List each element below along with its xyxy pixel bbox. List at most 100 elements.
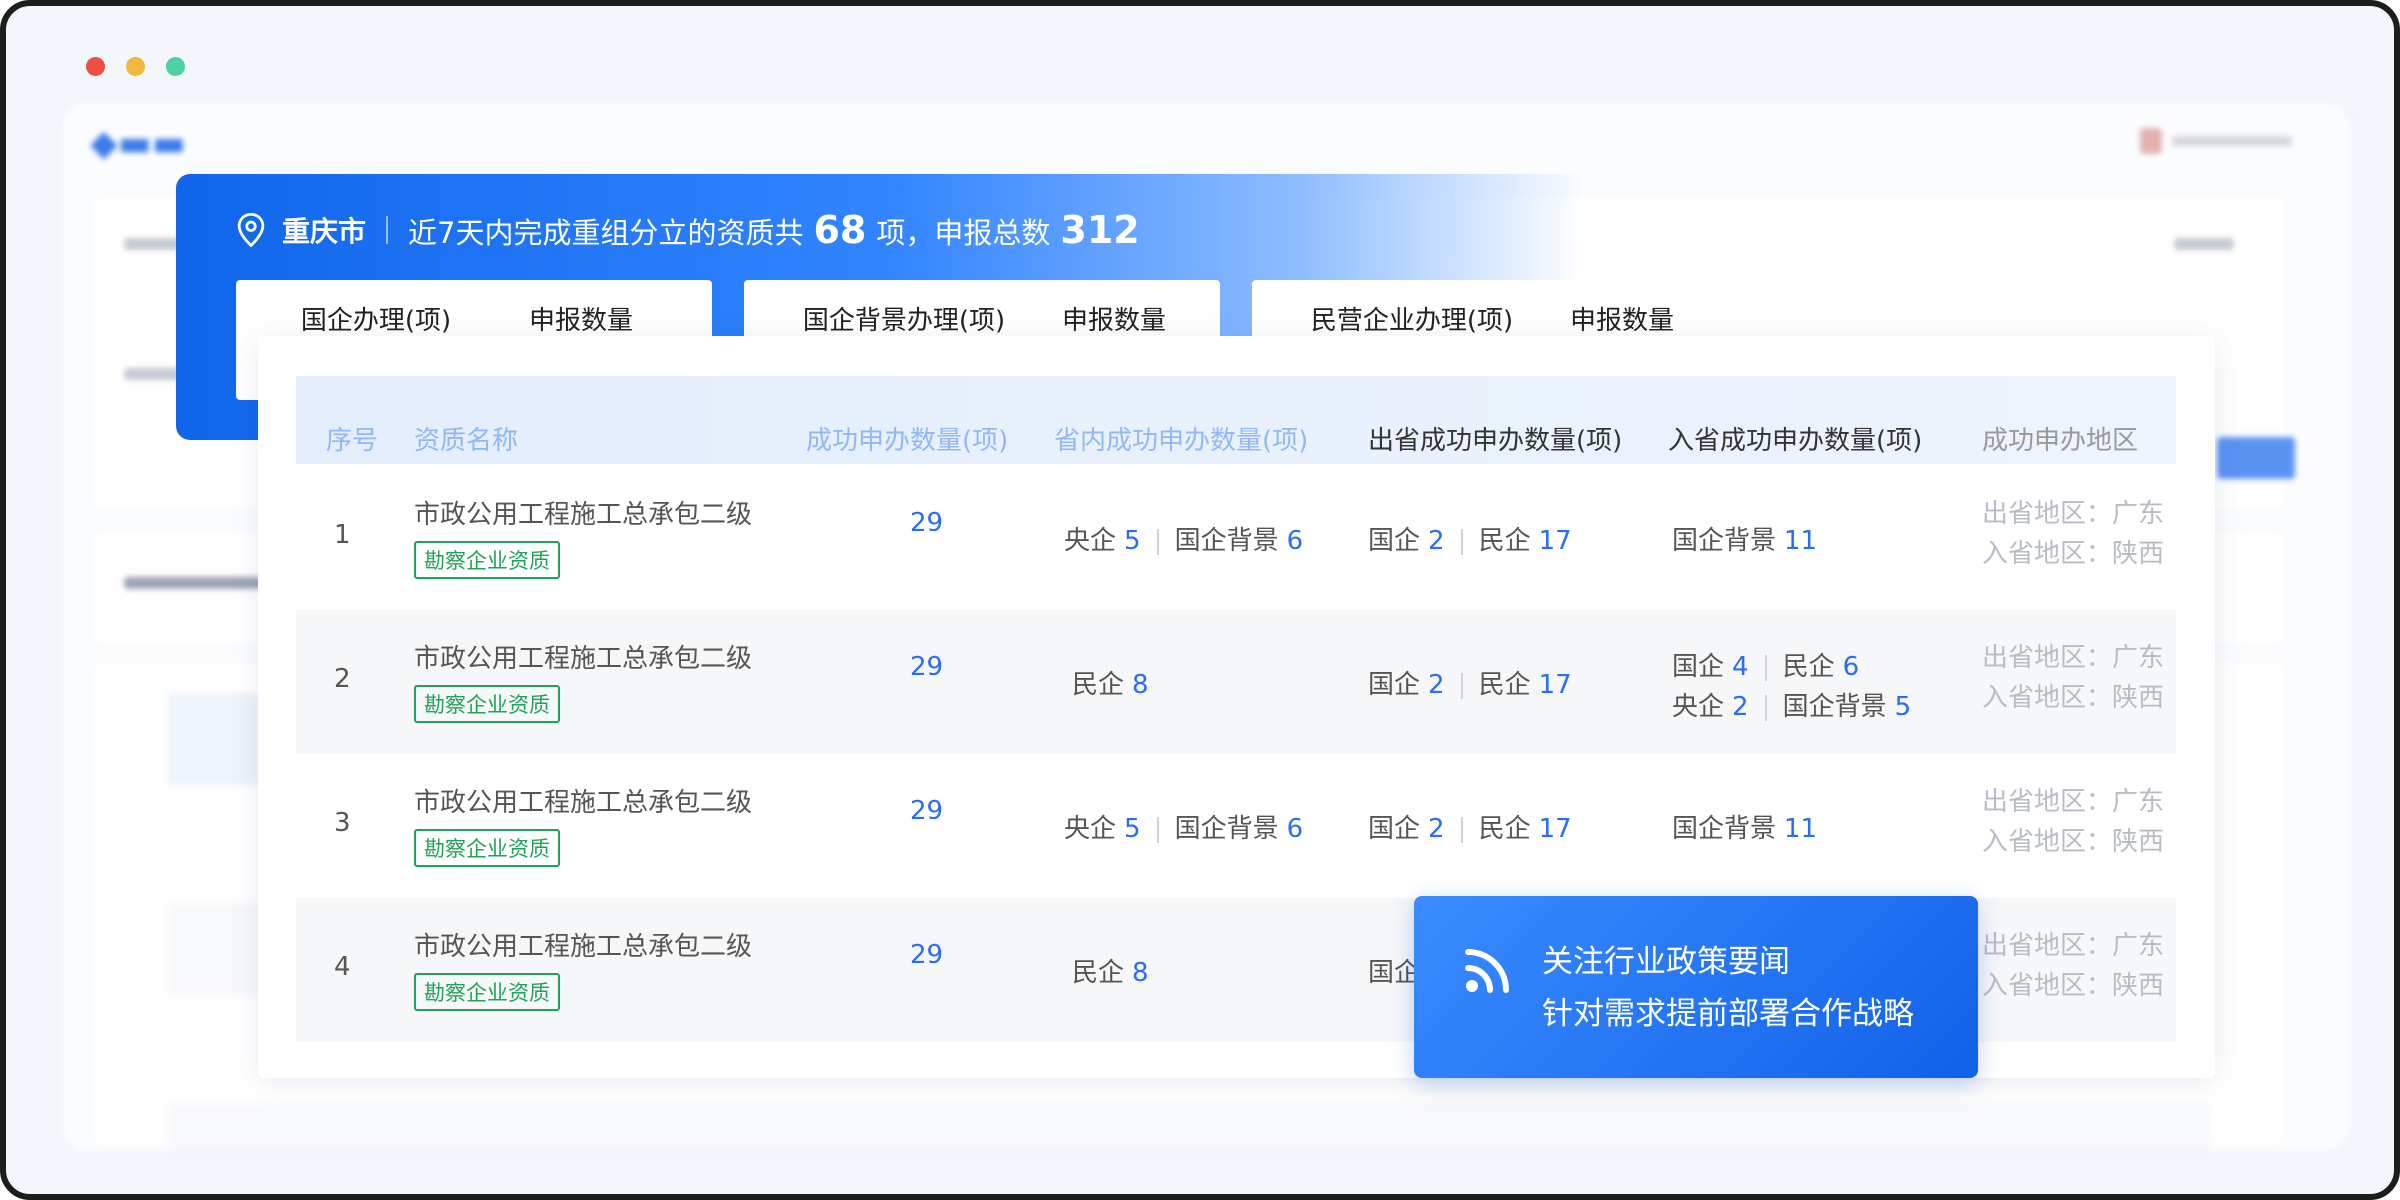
company-type-label: 民企 <box>1478 670 1531 700</box>
location-pin-icon <box>237 212 265 248</box>
divider <box>1460 672 1463 699</box>
company-type-count[interactable]: 2 <box>1428 526 1445 556</box>
company-type-label: 国企 <box>1368 526 1421 556</box>
company-type-count[interactable]: 5 <box>1124 814 1141 844</box>
qualification-name[interactable]: 市政公用工程施工总承包二级 <box>414 644 752 674</box>
company-type-count[interactable]: 17 <box>1539 814 1572 844</box>
stat-label: 民营企业办理(项) <box>1310 306 1514 336</box>
rss-feed-icon <box>1465 949 1509 993</box>
stat-label: 申报数量 <box>1569 306 1674 336</box>
column-header-inbound: 入省成功申办数量(项) <box>1668 426 1923 456</box>
company-type-label: 国企背景 <box>1672 526 1777 556</box>
company-type-count[interactable]: 6 <box>1287 814 1304 844</box>
qualification-name[interactable]: 市政公用工程施工总承包二级 <box>414 932 752 962</box>
column-header-outbound: 出省成功申办数量(项) <box>1368 426 1623 456</box>
region-inbound: 入省地区：陕西 <box>1982 971 2164 1001</box>
company-type-label: 央企 <box>1672 692 1725 722</box>
company-type-count[interactable]: 2 <box>1428 670 1445 700</box>
stat-label: 申报数量 <box>1061 306 1166 336</box>
company-type-label: 民企 <box>1478 814 1531 844</box>
column-header-region: 成功申办地区 <box>1982 426 2139 456</box>
stat-label: 国企办理(项) <box>300 306 452 336</box>
table-row[interactable]: 2 市政公用工程施工总承包二级 勘察企业资质 29 民企 8 国企 2 民企 17 国企 4 民企 6 央企… <box>296 610 2176 754</box>
qualification-tag: 勘察企业资质 <box>414 829 560 867</box>
qualification-tag: 勘察企业资质 <box>414 685 560 723</box>
region-inbound: 入省地区：陕西 <box>1982 827 2164 857</box>
qualification-tag: 勘察企业资质 <box>414 541 560 579</box>
divider <box>1156 816 1159 843</box>
qualification-tag: 勘察企业资质 <box>414 973 560 1011</box>
success-count[interactable]: 29 <box>910 652 943 682</box>
promo-title: 关注行业政策要闻 <box>1542 944 1790 980</box>
company-type-count[interactable]: 4 <box>1732 652 1749 682</box>
region-inbound: 入省地区：陕西 <box>1982 539 2164 569</box>
app-window-frame: ◆▬▬ 重庆市 近7天内完成重组分立的资质共 68 项，申报总数 312 国企办… <box>0 0 2400 1200</box>
company-type-label: 国企 <box>1368 814 1421 844</box>
company-type-count[interactable]: 8 <box>1132 958 1149 988</box>
company-type-count[interactable]: 8 <box>1132 670 1149 700</box>
divider <box>1764 694 1767 721</box>
column-header-province: 省内成功申办数量(项) <box>1054 426 1309 456</box>
company-type-label: 国企 <box>1672 652 1725 682</box>
company-type-count[interactable]: 6 <box>1843 652 1860 682</box>
summary-text: 近7天内完成重组分立的资质共 68 项，申报总数 312 <box>408 208 1140 252</box>
company-type-label: 央企 <box>1064 526 1117 556</box>
divider <box>386 216 389 244</box>
banner-header: 重庆市 近7天内完成重组分立的资质共 68 项，申报总数 312 <box>236 204 1150 256</box>
region-outbound: 出省地区：广东 <box>1982 787 2164 817</box>
divider <box>1460 816 1463 843</box>
maximize-window-dot[interactable] <box>166 57 185 76</box>
success-count[interactable]: 29 <box>910 940 943 970</box>
row-index: 3 <box>334 808 351 838</box>
divider <box>1764 654 1767 681</box>
company-type-label: 国企背景 <box>1782 692 1887 722</box>
app-logo: ◆▬▬ <box>90 123 186 164</box>
success-count[interactable]: 29 <box>910 796 943 826</box>
qualification-name[interactable]: 市政公用工程施工总承包二级 <box>414 500 752 530</box>
company-type-label: 民企 <box>1072 958 1125 988</box>
background-search-button[interactable] <box>2217 437 2295 479</box>
qualification-name[interactable]: 市政公用工程施工总承包二级 <box>414 788 752 818</box>
region-outbound: 出省地区：广东 <box>1982 643 2164 673</box>
column-header-index: 序号 <box>326 426 379 456</box>
divider <box>1460 528 1463 555</box>
user-menu[interactable] <box>2140 127 2310 155</box>
divider <box>1156 528 1159 555</box>
close-window-dot[interactable] <box>86 57 105 76</box>
company-type-count[interactable]: 2 <box>1732 692 1749 722</box>
row-index: 1 <box>334 520 351 550</box>
table-row[interactable]: 3 市政公用工程施工总承包二级勘察企业资质 29 央企 5 国企背景 6 国企 2 民企 17 国企背… <box>296 754 2176 898</box>
company-type-label: 国企 <box>1368 958 1421 988</box>
company-type-label: 国企背景 <box>1174 814 1279 844</box>
company-type-count[interactable]: 5 <box>1895 692 1912 722</box>
row-index: 4 <box>334 952 351 982</box>
company-type-count[interactable]: 5 <box>1124 526 1141 556</box>
region-outbound: 出省地区：广东 <box>1982 931 2164 961</box>
company-type-count[interactable]: 6 <box>1287 526 1304 556</box>
company-type-label: 国企 <box>1368 670 1421 700</box>
stat-label: 申报数量 <box>528 306 633 336</box>
company-type-label: 国企背景 <box>1672 814 1777 844</box>
table-row[interactable]: 1 市政公用工程施工总承包二级勘察企业资质 29 央企 5 国企背景 6 国企 2 民企 17 国企背… <box>296 466 2176 610</box>
company-type-label: 民企 <box>1072 670 1125 700</box>
qualification-count: 68 <box>813 208 867 252</box>
policy-news-card[interactable]: 关注行业政策要闻 针对需求提前部署合作战略 <box>1414 896 1978 1078</box>
company-type-count[interactable]: 17 <box>1539 670 1572 700</box>
city-name[interactable]: 重庆市 <box>282 210 366 250</box>
minimize-window-dot[interactable] <box>126 57 145 76</box>
row-index: 2 <box>334 664 351 694</box>
total-count: 312 <box>1060 208 1140 252</box>
company-type-count[interactable]: 17 <box>1539 526 1572 556</box>
success-count[interactable]: 29 <box>910 508 943 538</box>
region-outbound: 出省地区：广东 <box>1982 499 2164 529</box>
table-header: 序号 资质名称 成功申办数量(项) 省内成功申办数量(项) 出省成功申办数量(项… <box>296 376 2176 464</box>
company-type-count[interactable]: 11 <box>1784 814 1817 844</box>
company-type-label: 民企 <box>1478 526 1531 556</box>
company-type-count[interactable]: 11 <box>1784 526 1817 556</box>
promo-subtitle: 针对需求提前部署合作战略 <box>1542 996 1914 1032</box>
company-type-label: 民企 <box>1782 652 1835 682</box>
company-type-label: 国企背景 <box>1174 526 1279 556</box>
company-type-label: 央企 <box>1064 814 1117 844</box>
avatar <box>2140 128 2162 154</box>
company-type-count[interactable]: 2 <box>1428 814 1445 844</box>
